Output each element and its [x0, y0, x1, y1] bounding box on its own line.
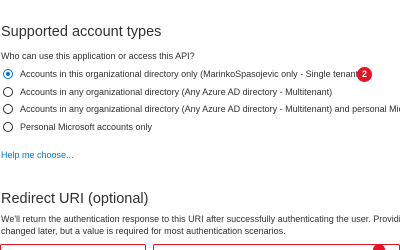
help-me-choose-link[interactable]: Help me choose... [1, 150, 74, 160]
step-badge: 2 [357, 67, 372, 82]
account-type-option-label: Accounts in any organizational directory… [20, 87, 333, 97]
account-type-option-multitenant[interactable]: Accounts in any organizational directory… [3, 85, 332, 99]
app-registration-page: Supported account types Who can use this… [0, 0, 400, 250]
radio-unselected-icon[interactable] [3, 104, 13, 114]
platform-select[interactable] [0, 244, 146, 250]
radio-unselected-icon[interactable] [3, 122, 13, 132]
account-type-option-label: Accounts in any organizational directory… [20, 104, 400, 114]
account-type-option-single-tenant[interactable]: Accounts in this organizational director… [3, 67, 361, 81]
account-type-option-label: Personal Microsoft accounts only [20, 122, 153, 132]
redirect-uri-description-line: We'll return the authentication response… [1, 214, 400, 224]
account-type-option-multitenant-personal[interactable]: Accounts in any organizational directory… [3, 102, 400, 116]
redirect-uri-description-line: changed later, but a value is required f… [1, 226, 286, 236]
account-type-option-label: Accounts in this organizational director… [20, 69, 362, 79]
supported-account-types-heading: Supported account types [1, 24, 162, 40]
radio-selected-icon[interactable] [3, 69, 13, 79]
redirect-uri-heading: Redirect URI (optional) [1, 191, 149, 207]
account-types-question: Who can use this application or access t… [1, 51, 195, 61]
account-type-option-personal-only[interactable]: Personal Microsoft accounts only [3, 120, 152, 134]
redirect-uri-description: We'll return the authentication response… [1, 213, 400, 237]
radio-unselected-icon[interactable] [3, 87, 13, 97]
redirect-uri-input[interactable] [153, 244, 400, 250]
step-badge-partial [373, 244, 385, 250]
